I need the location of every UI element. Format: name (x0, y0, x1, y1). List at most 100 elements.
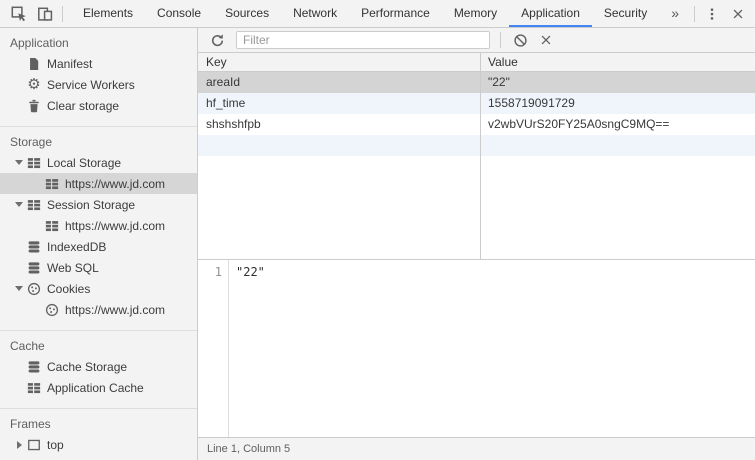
delete-selected-button[interactable] (533, 28, 559, 52)
database-icon (26, 239, 42, 255)
devtools-menu-button[interactable] (699, 0, 725, 27)
empty-row[interactable] (198, 135, 755, 156)
cell-value: "22" (480, 72, 755, 93)
column-header-value[interactable]: Value (480, 53, 755, 71)
column-header-key[interactable]: Key (198, 53, 480, 71)
preview-content[interactable]: "22" (229, 260, 755, 437)
cell-value: 1558719091729 (480, 93, 755, 114)
sidebar-item-label: https://www.jd.com (65, 219, 165, 233)
sidebar-item-application-cache[interactable]: Application Cache (0, 377, 197, 398)
table-header-row[interactable]: Key Value (198, 53, 755, 72)
sidebar-item-service-workers[interactable]: ⚙ Service Workers (0, 74, 197, 95)
triangle-expanded (15, 202, 23, 207)
sidebar-item-cookies-jd[interactable]: https://www.jd.com (0, 299, 197, 320)
section-title-frames: Frames (0, 414, 197, 434)
table-body: areaId"22"hf_time1558719091729shshshfpbv… (198, 72, 755, 156)
storage-toolbar-divider (500, 32, 501, 48)
cookie-icon (26, 281, 42, 297)
x-icon (538, 32, 554, 48)
gear-icon: ⚙ (26, 77, 42, 93)
sidebar-item-label: Local Storage (47, 156, 121, 170)
sidebar-item-session-storage-jd[interactable]: https://www.jd.com (0, 215, 197, 236)
triangle-collapsed (17, 441, 22, 449)
cookie-icon (44, 302, 60, 318)
storage-table-icon (44, 176, 60, 192)
sidebar-item-manifest[interactable]: Manifest (0, 53, 197, 74)
section-title-cache: Cache (0, 336, 197, 356)
device-toolbar-button[interactable] (32, 0, 58, 27)
storage-table-icon (26, 197, 42, 213)
inspect-element-button[interactable] (6, 0, 32, 27)
sidebar-item-label: IndexedDB (47, 240, 106, 254)
devtools-content: Application Manifest ⚙ Service Workers Clear… (0, 28, 755, 460)
device-toolbar-icon (37, 6, 53, 22)
cell-key: areaId (198, 72, 480, 93)
sidebar-item-frame-top[interactable]: top (0, 434, 197, 455)
sidebar-section-frames: Frames top (0, 408, 197, 460)
cell-key: shshshfpb (198, 114, 480, 135)
tab-security[interactable]: Security (592, 0, 659, 27)
storage-table-icon (26, 380, 42, 396)
sidebar-section-storage: Storage Local Storage https://www.jd.com Se… (0, 126, 197, 330)
tabbar-divider (62, 6, 63, 22)
sidebar-item-label: Manifest (47, 57, 92, 71)
trash-icon (26, 98, 42, 114)
application-panel-sidebar: Application Manifest ⚙ Service Workers Clear… (0, 28, 198, 460)
sidebar-item-label: Cache Storage (47, 360, 127, 374)
inspect-cursor-icon (11, 6, 27, 22)
disclosure-triangle-icon[interactable] (12, 160, 26, 165)
tab-network[interactable]: Network (281, 0, 349, 27)
devtools-tabbar: ElementsConsoleSourcesNetworkPerformance… (0, 0, 755, 28)
database-icon (26, 359, 42, 375)
line-number: 1 (198, 260, 229, 437)
delete-all-button[interactable] (507, 28, 533, 52)
column-resize-handle[interactable] (480, 53, 481, 259)
frame-icon (26, 437, 42, 453)
sidebar-item-label: Session Storage (47, 198, 135, 212)
close-devtools-button[interactable] (725, 0, 751, 27)
sidebar-item-cookies[interactable]: Cookies (0, 278, 197, 299)
disclosure-triangle-icon[interactable] (12, 202, 26, 207)
tab-elements[interactable]: Elements (71, 0, 145, 27)
tab-application[interactable]: Application (509, 0, 592, 27)
disclosure-triangle-icon[interactable] (12, 441, 26, 449)
sidebar-item-local-storage-jd[interactable]: https://www.jd.com (0, 173, 197, 194)
table-row[interactable]: areaId"22" (198, 72, 755, 93)
refresh-button[interactable] (204, 28, 230, 52)
filter-input[interactable] (236, 31, 490, 49)
sidebar-item-label: top (47, 438, 64, 452)
tab-console[interactable]: Console (145, 0, 213, 27)
disclosure-triangle-icon[interactable] (12, 286, 26, 291)
more-tabs-button[interactable]: » (659, 0, 683, 27)
sidebar-item-local-storage[interactable]: Local Storage (0, 152, 197, 173)
sidebar-item-session-storage[interactable]: Session Storage (0, 194, 197, 215)
close-icon (730, 6, 746, 22)
tabbar-right-controls (690, 0, 755, 27)
local-storage-panel: Key Value areaId"22"hf_time1558719091729… (198, 28, 755, 460)
storage-items-toolbar (198, 28, 755, 53)
tabbar-right-divider (694, 6, 695, 22)
storage-table-icon (26, 155, 42, 171)
sidebar-item-web-sql[interactable]: Web SQL (0, 257, 197, 278)
tab-performance[interactable]: Performance (349, 0, 442, 27)
sidebar-item-indexeddb[interactable]: IndexedDB (0, 236, 197, 257)
tab-sources[interactable]: Sources (213, 0, 281, 27)
sidebar-item-label: Service Workers (47, 78, 135, 92)
section-title-storage: Storage (0, 132, 197, 152)
sidebar-item-clear-storage[interactable]: Clear storage (0, 95, 197, 116)
storage-items-table: Key Value areaId"22"hf_time1558719091729… (198, 53, 755, 259)
block-icon (512, 32, 528, 48)
sidebar-item-cache-storage[interactable]: Cache Storage (0, 356, 197, 377)
cell-value: v2wbVUrS20FY25A0sngC9MQ== (480, 114, 755, 135)
preview-status-bar: Line 1, Column 5 (198, 437, 755, 460)
sidebar-section-cache: Cache Cache Storage Application Cache (0, 330, 197, 408)
table-row[interactable]: shshshfpbv2wbVUrS20FY25A0sngC9MQ== (198, 114, 755, 135)
devtools-window: ElementsConsoleSourcesNetworkPerformance… (0, 0, 755, 460)
sidebar-item-label: https://www.jd.com (65, 177, 165, 191)
tab-memory[interactable]: Memory (442, 0, 509, 27)
section-title-application: Application (0, 33, 197, 53)
tab-strip: ElementsConsoleSourcesNetworkPerformance… (71, 0, 683, 27)
value-preview-pane: 1 "22" (198, 259, 755, 437)
cell-key: hf_time (198, 93, 480, 114)
table-row[interactable]: hf_time1558719091729 (198, 93, 755, 114)
